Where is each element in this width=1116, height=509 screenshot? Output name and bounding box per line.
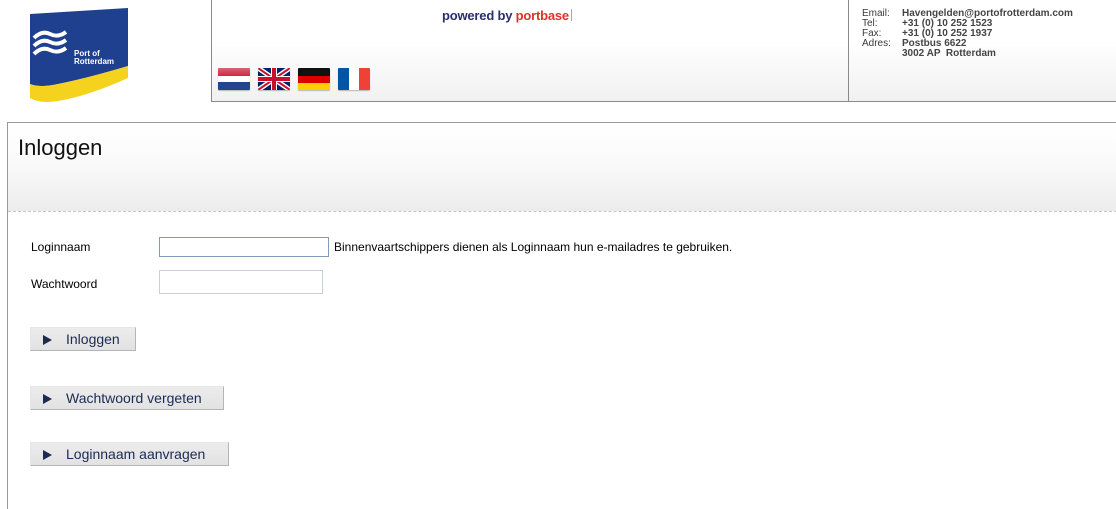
cursor-bar bbox=[570, 9, 572, 21]
login-button[interactable]: Inloggen bbox=[30, 327, 136, 351]
login-name-hint: Binnenvaartschippers dienen als Loginnaa… bbox=[334, 240, 733, 254]
portbase-brand: portbase bbox=[515, 8, 570, 23]
contact-table: Email: Havengelden@portofrotterdam.com T… bbox=[862, 9, 1073, 59]
site-header: Port of Rotterdam powered by portbase Em… bbox=[0, 0, 1116, 122]
logo-text: Port of Rotterdam bbox=[74, 50, 114, 66]
login-name-input[interactable] bbox=[159, 237, 329, 257]
nl-flag-icon[interactable] bbox=[218, 68, 250, 90]
main-content: Inloggen Loginnaam Binnenvaartschippers … bbox=[7, 122, 1116, 509]
powered-by-prefix: powered by bbox=[442, 8, 516, 23]
powered-by-portbase[interactable]: powered by portbase bbox=[442, 8, 572, 23]
play-arrow-icon bbox=[43, 335, 52, 345]
password-label: Wachtwoord bbox=[31, 277, 98, 291]
login-name-label: Loginnaam bbox=[31, 240, 91, 254]
address-label: Adres: bbox=[862, 38, 891, 49]
forgot-password-button-label: Wachtwoord vergeten bbox=[66, 390, 202, 406]
play-arrow-icon bbox=[43, 450, 52, 460]
fr-flag-icon[interactable] bbox=[338, 68, 370, 90]
de-flag-icon[interactable] bbox=[298, 68, 330, 90]
request-login-button-label: Loginnaam aanvragen bbox=[66, 446, 206, 462]
password-input[interactable] bbox=[159, 270, 323, 294]
logo-line-2: Rotterdam bbox=[74, 57, 115, 66]
login-button-label: Inloggen bbox=[66, 331, 120, 347]
port-of-rotterdam-logo[interactable]: Port of Rotterdam bbox=[28, 8, 128, 102]
forgot-password-button[interactable]: Wachtwoord vergeten bbox=[30, 386, 224, 410]
request-login-button[interactable]: Loginnaam aanvragen bbox=[30, 442, 229, 466]
page-title: Inloggen bbox=[18, 135, 103, 160]
address-line-2: 3002 AP Rotterdam bbox=[902, 48, 996, 59]
uk-flag-icon[interactable] bbox=[258, 68, 290, 90]
title-band: Inloggen bbox=[8, 123, 1116, 212]
language-selector bbox=[218, 68, 370, 90]
contact-panel: Email: Havengelden@portofrotterdam.com T… bbox=[848, 0, 1116, 102]
play-arrow-icon bbox=[43, 394, 52, 404]
